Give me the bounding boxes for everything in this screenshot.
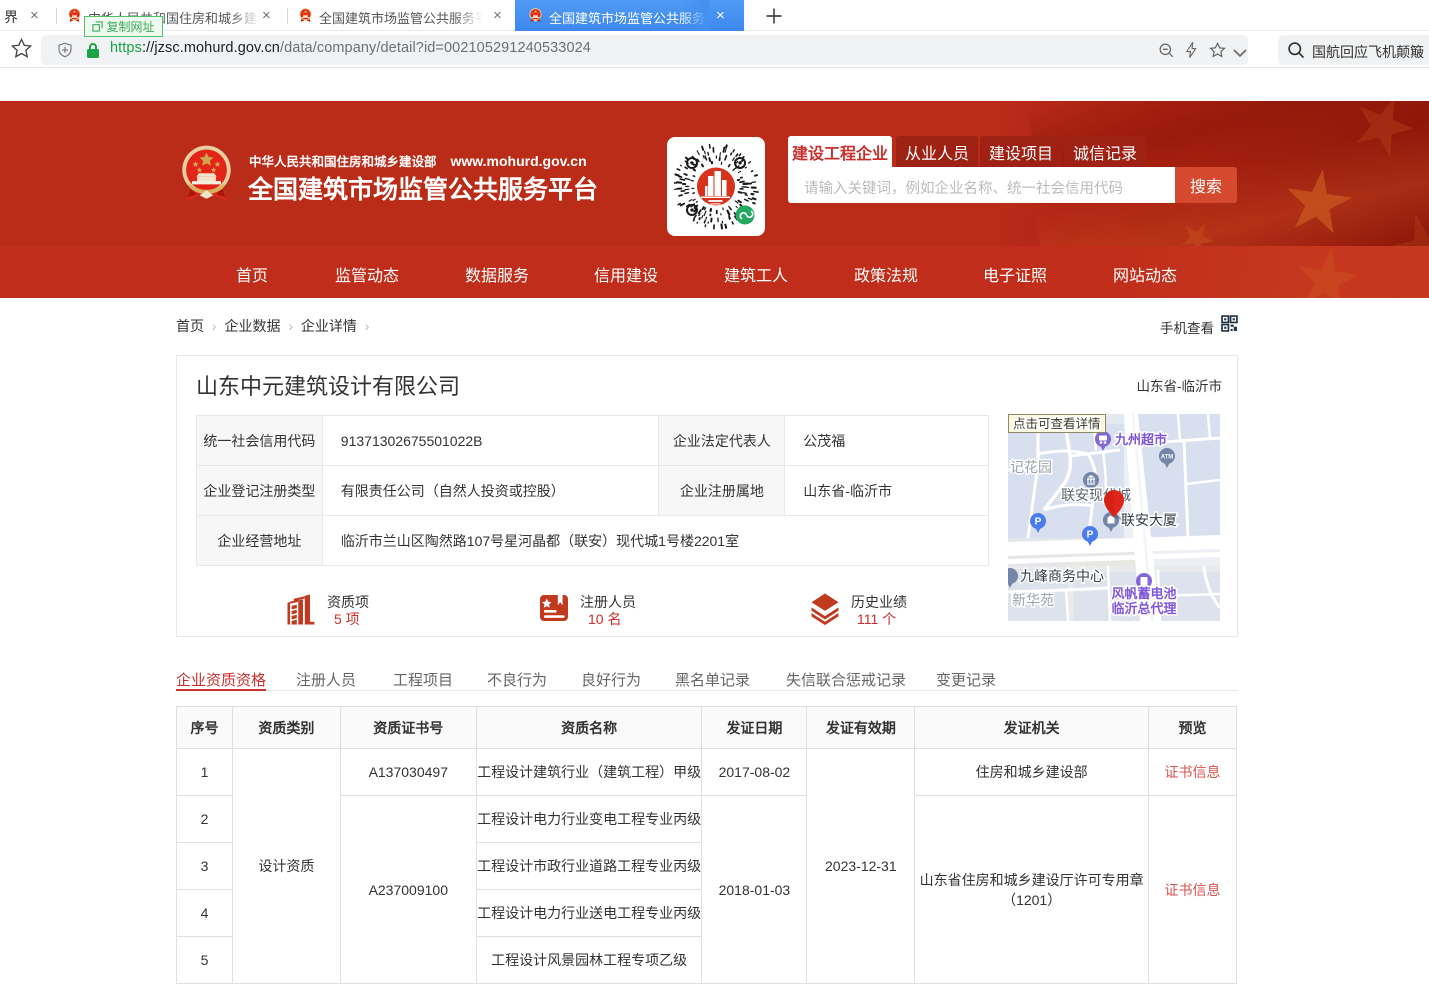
svg-text:P: P [1087, 530, 1094, 541]
svg-text:点击可查看详情: 点击可查看详情 [1013, 416, 1101, 431]
svg-text:记花园: 记花园 [1010, 459, 1052, 475]
svg-text:新华苑: 新华苑 [1012, 592, 1054, 608]
svg-text:九峰商务中心: 九峰商务中心 [1020, 568, 1104, 584]
svg-text:临沂总代理: 临沂总代理 [1111, 601, 1176, 616]
svg-text:风帆蓄电池: 风帆蓄电池 [1111, 586, 1176, 601]
svg-text:P: P [1035, 517, 1042, 528]
svg-text:联安大厦: 联安大厦 [1121, 512, 1177, 528]
svg-text:九州超市: 九州超市 [1114, 432, 1167, 447]
svg-text:ATM: ATM [1161, 455, 1174, 461]
